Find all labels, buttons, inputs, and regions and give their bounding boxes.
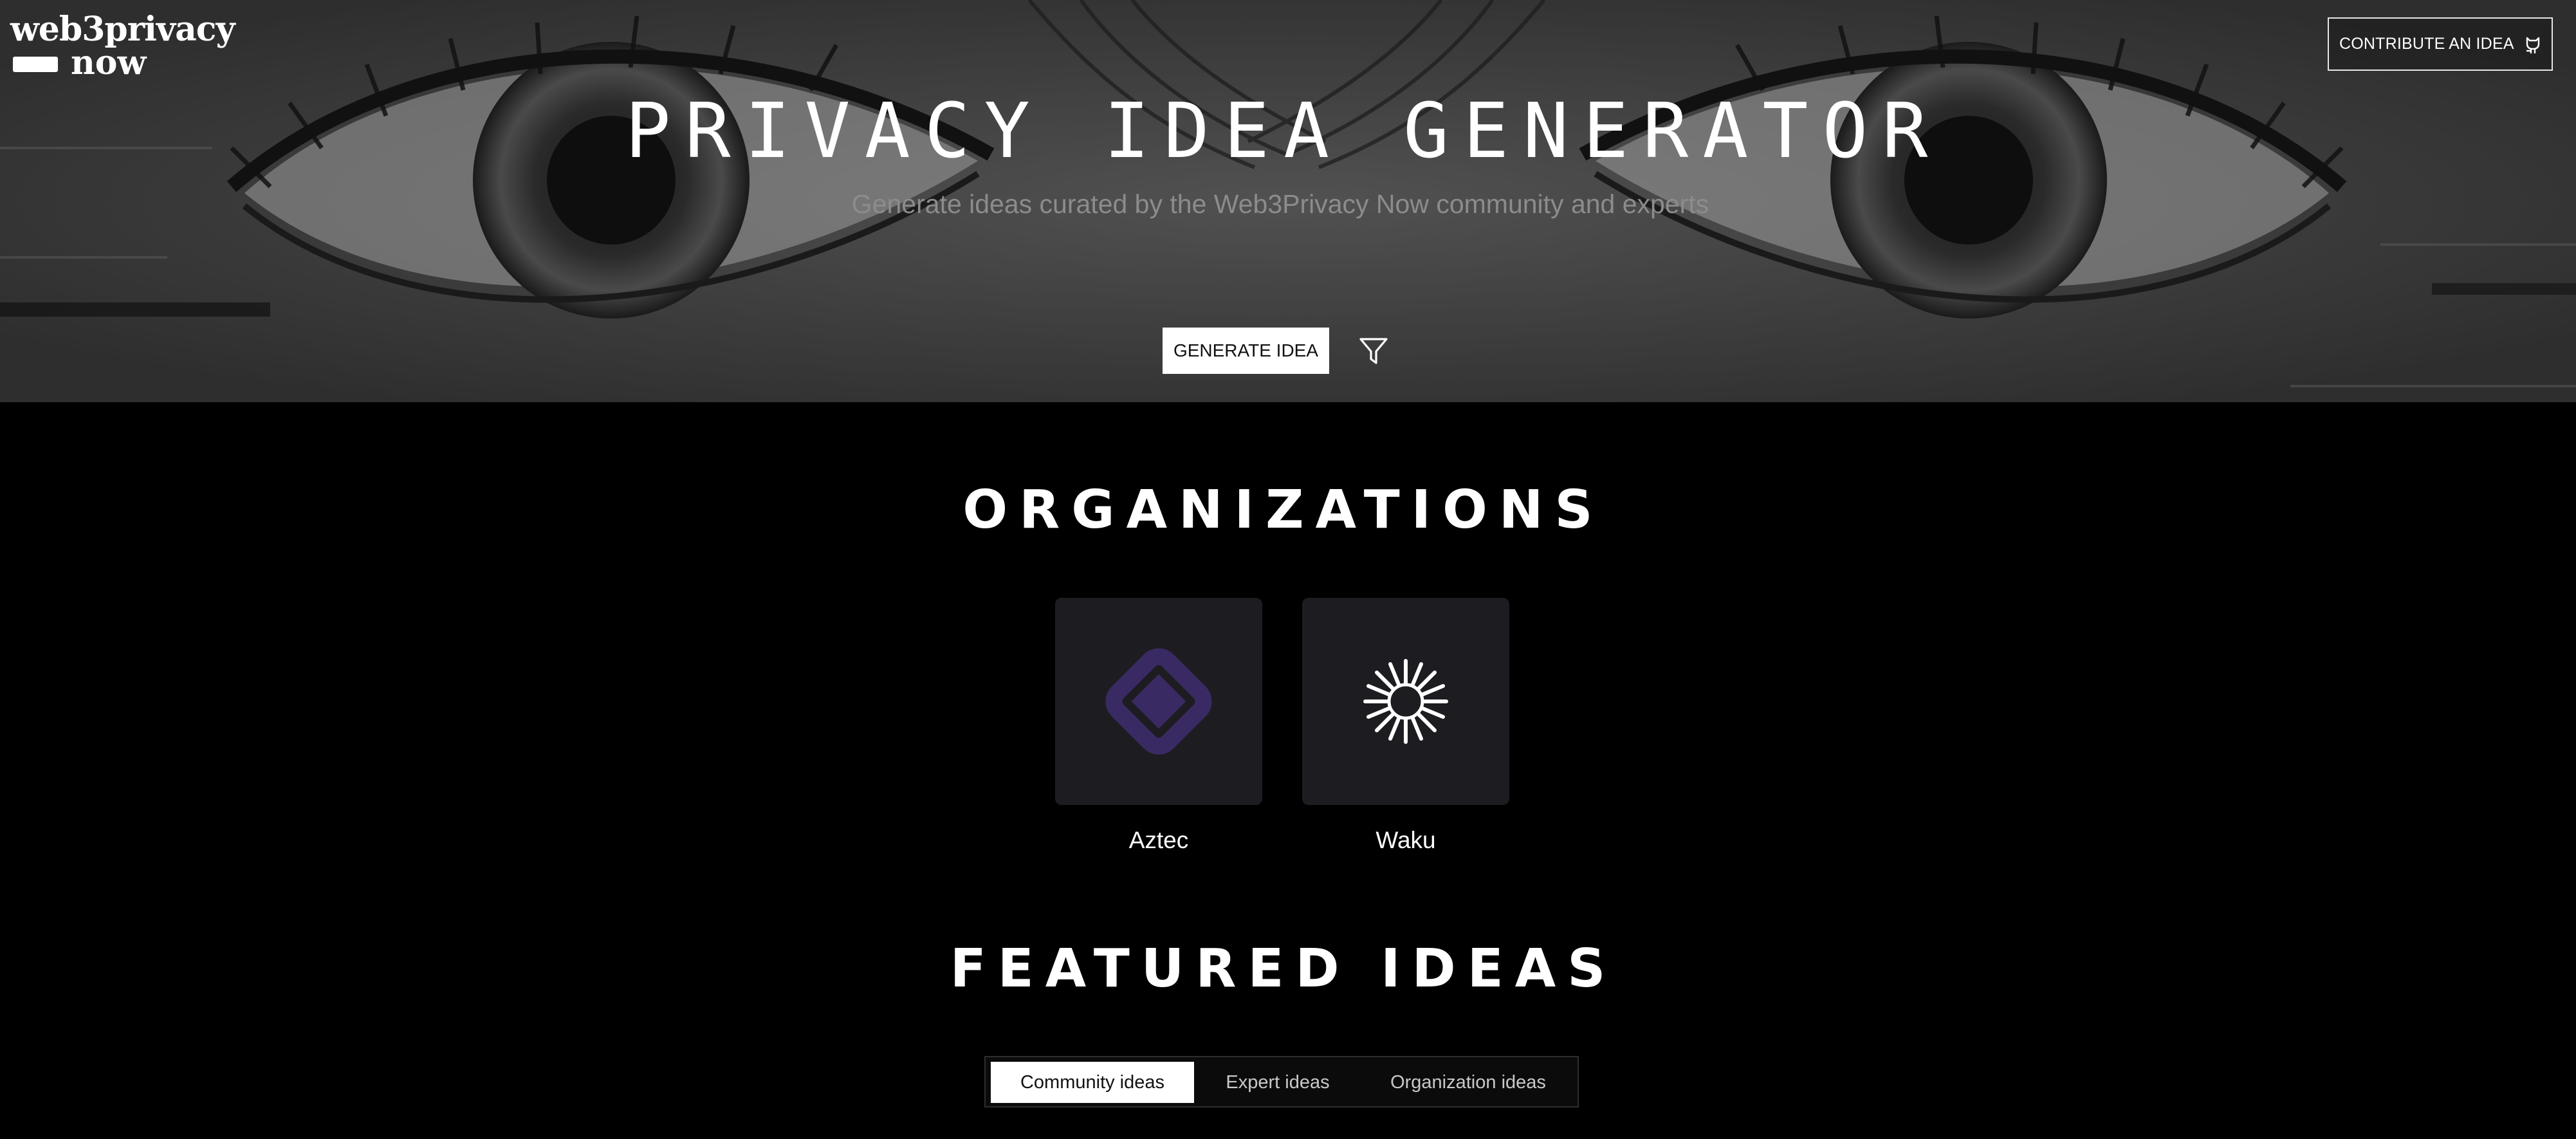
page-subtitle: Generate ideas curated by the Web3Privac… <box>851 189 1709 219</box>
org-card-aztec[interactable] <box>1055 598 1262 805</box>
logo-bar <box>13 57 58 72</box>
page-title: PRIVACY IDEA GENERATOR <box>625 86 1942 175</box>
org-card-waku[interactable] <box>1302 598 1509 805</box>
contribute-idea-label: CONTRIBUTE AN IDEA <box>2339 35 2514 53</box>
web3privacy-logo[interactable]: web3privacy now <box>10 12 235 82</box>
org-name-aztec: Aztec <box>1128 827 1189 853</box>
contribute-idea-button[interactable]: CONTRIBUTE AN IDEA <box>2328 17 2553 71</box>
organizations-heading: ORGANIZATIONS <box>962 479 1605 541</box>
logo-text-web3privacy: web3privacy <box>10 10 235 49</box>
filter-icon[interactable] <box>1357 335 1390 367</box>
org-name-waku: Waku <box>1375 827 1436 853</box>
tab-expert-ideas[interactable]: Expert ideas <box>1198 1062 1357 1103</box>
logo-text-now: now <box>71 43 147 82</box>
github-icon <box>2526 37 2540 53</box>
featured-ideas-heading: FEATURED IDEAS <box>950 938 1617 999</box>
tab-community-ideas[interactable]: Community ideas <box>991 1062 1194 1103</box>
waku-logo-icon <box>1363 659 1448 744</box>
generate-idea-button[interactable]: GENERATE IDEA <box>1163 328 1329 374</box>
hero-section: web3privacy now CONTRIBUTE AN IDEA PRIVA… <box>0 0 2576 402</box>
aztec-logo-icon <box>1105 648 1212 755</box>
tab-organization-ideas[interactable]: Organization ideas <box>1364 1062 1572 1103</box>
idea-category-tabs: Community ideas Expert ideas Organizatio… <box>984 1056 1579 1107</box>
